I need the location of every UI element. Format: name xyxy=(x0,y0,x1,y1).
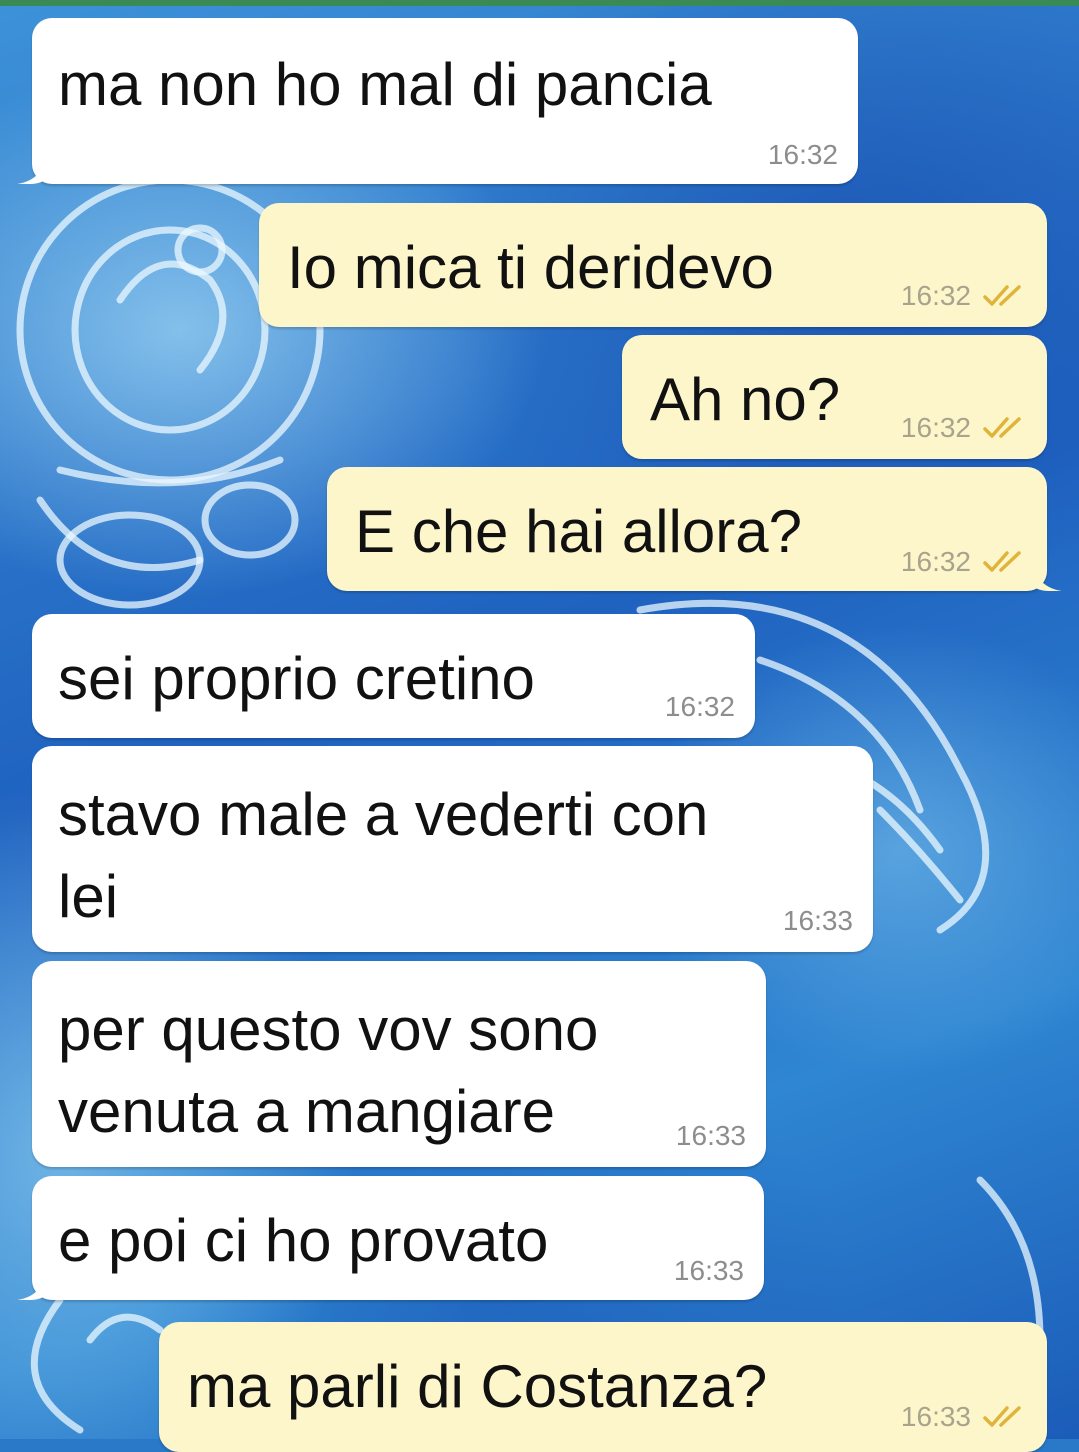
message-time: 16:33 xyxy=(675,1120,746,1151)
message-time: 16:33 xyxy=(782,905,853,936)
message-time: 16:32 xyxy=(664,691,735,722)
read-icon xyxy=(983,285,1021,306)
message-bubble-outgoing[interactable]: ma parli di Costanza? 16:33 xyxy=(159,1322,1047,1452)
message-text: stavo male a vederti con lei xyxy=(58,781,709,930)
message-bubble-incoming[interactable]: ma non ho mal di pancia 16:32 xyxy=(32,18,858,184)
message-text: per questo vov sono venuta a mangiare xyxy=(58,996,599,1145)
message-bubble-incoming[interactable]: stavo male a vederti con lei 16:33 xyxy=(32,746,873,952)
message-text: Io mica ti deridevo xyxy=(287,234,774,301)
message-time: 16:33 xyxy=(673,1255,744,1286)
bubble-tail xyxy=(18,158,48,184)
read-icon xyxy=(983,551,1021,572)
message-bubble-outgoing[interactable]: Ah no? 16:32 xyxy=(622,335,1047,459)
message-text: ma parli di Costanza? xyxy=(187,1353,768,1420)
message-bubble-outgoing[interactable]: Io mica ti deridevo 16:32 xyxy=(259,203,1047,327)
message-text: sei proprio cretino xyxy=(58,645,535,712)
message-bubble-incoming[interactable]: e poi ci ho provato 16:33 xyxy=(32,1176,764,1300)
message-text: e poi ci ho provato xyxy=(58,1207,549,1274)
message-bubble-incoming[interactable]: sei proprio cretino 16:32 xyxy=(32,614,755,738)
message-bubble-incoming[interactable]: per questo vov sono venuta a mangiare 16… xyxy=(32,961,766,1167)
message-time: 16:32 xyxy=(900,546,971,577)
message-text: E che hai allora? xyxy=(355,498,802,565)
bubble-tail xyxy=(1031,565,1061,591)
message-text: Ah no? xyxy=(650,366,841,433)
top-status-strip xyxy=(0,0,1079,6)
message-text: ma non ho mal di pancia xyxy=(58,51,712,118)
message-time: 16:33 xyxy=(900,1401,971,1432)
read-icon xyxy=(983,417,1021,438)
message-time: 16:32 xyxy=(767,139,838,170)
bubble-tail xyxy=(18,1274,48,1300)
read-icon xyxy=(983,1406,1021,1427)
message-time: 16:32 xyxy=(900,280,971,311)
message-bubble-outgoing[interactable]: E che hai allora? 16:32 xyxy=(327,467,1047,591)
message-time: 16:32 xyxy=(900,412,971,443)
